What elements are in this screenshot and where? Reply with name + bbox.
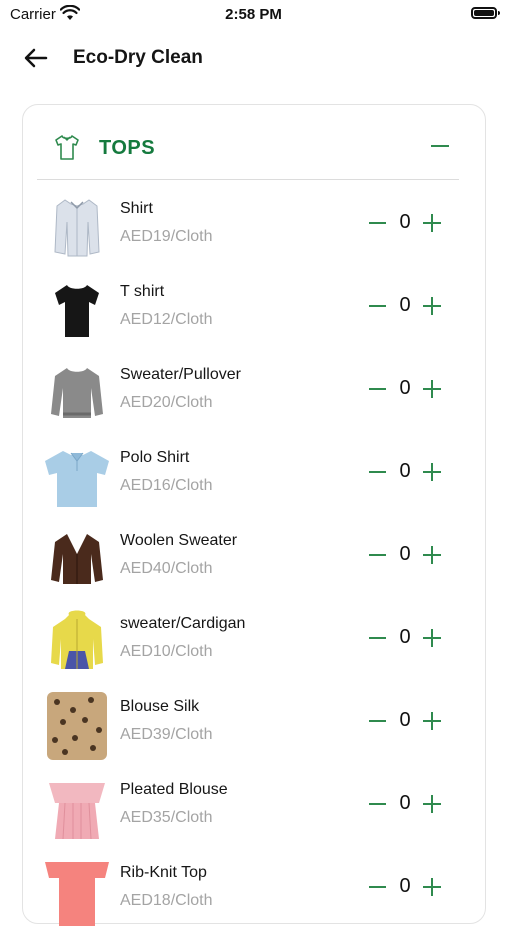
decrement-button[interactable] [369,803,386,805]
quantity-value: 0 [399,294,411,316]
quantity-value: 0 [399,792,411,814]
decrement-button[interactable] [369,305,386,307]
list-item: Blouse Silk AED39/Cloth 0 [23,684,487,764]
item-name: Woolen Sweater [120,532,238,549]
item-price: AED19/Cloth [120,228,213,245]
list-item: Rib-Knit Top AED18/Cloth 0 [23,850,487,930]
section-title: TOPS [99,137,156,159]
tshirt-image [43,275,111,345]
item-name: T shirt [120,283,165,300]
increment-button[interactable] [423,297,441,315]
rib-knit-top-image [43,856,111,926]
increment-button[interactable] [423,546,441,564]
quantity-stepper: 0 [369,291,443,321]
list-item: Pleated Blouse AED35/Cloth 0 [23,767,487,847]
item-price: AED18/Cloth [120,892,213,909]
decrement-button[interactable] [369,720,386,722]
pullover-image [43,358,111,428]
item-name: Polo Shirt [120,449,190,466]
quantity-value: 0 [399,460,411,482]
quantity-stepper: 0 [369,540,443,570]
increment-button[interactable] [423,463,441,481]
item-price: AED16/Cloth [120,477,213,494]
status-time: 2:58 PM [225,6,282,23]
quantity-value: 0 [399,211,411,233]
woolen-sweater-image [43,524,111,594]
blouse-silk-image [43,690,111,760]
list-item: Woolen Sweater AED40/Cloth 0 [23,518,487,598]
back-arrow-icon[interactable] [22,46,50,70]
polo-image [43,441,111,511]
cardigan-image [43,607,111,677]
category-card: TOPS Shirt AED19/Cloth 0 T shirt AED12/Cloth… [22,104,487,926]
increment-button[interactable] [423,214,441,232]
quantity-stepper: 0 [369,208,443,238]
item-name: Blouse Silk [120,698,200,715]
quantity-stepper: 0 [369,457,443,487]
item-price: AED12/Cloth [120,311,213,328]
item-name: Pleated Blouse [120,781,228,798]
item-price: AED20/Cloth [120,394,213,411]
header: Eco-Dry Clean [0,38,507,78]
decrement-button[interactable] [369,222,386,224]
increment-button[interactable] [423,629,441,647]
list-item: T shirt AED12/Cloth 0 [23,269,487,349]
section-header[interactable]: TOPS [37,105,459,180]
quantity-value: 0 [399,875,411,897]
quantity-stepper: 0 [369,789,443,819]
list-item: Polo Shirt AED16/Cloth 0 [23,435,487,515]
quantity-value: 0 [399,377,411,399]
battery-icon [471,7,500,19]
increment-button[interactable] [423,795,441,813]
pleated-blouse-image [43,773,111,843]
decrement-button[interactable] [369,471,386,473]
item-name: sweater/Cardigan [120,615,246,632]
item-price: AED40/Cloth [120,560,213,577]
list-item: sweater/Cardigan AED10/Cloth 0 [23,601,487,681]
item-price: AED39/Cloth [120,726,213,743]
item-price: AED10/Cloth [120,643,213,660]
shirt-icon [55,135,79,160]
decrement-button[interactable] [369,637,386,639]
status-bar: Carrier 2:58 PM [0,0,507,30]
quantity-stepper: 0 [369,374,443,404]
quantity-stepper: 0 [369,706,443,736]
item-name: Rib-Knit Top [120,864,207,881]
quantity-stepper: 0 [369,623,443,653]
quantity-value: 0 [399,543,411,565]
collapse-minus-icon[interactable] [431,145,449,147]
quantity-value: 0 [399,626,411,648]
item-name: Shirt [120,200,153,217]
page-title: Eco-Dry Clean [73,47,203,68]
list-item: Shirt AED19/Cloth 0 [23,186,487,266]
increment-button[interactable] [423,878,441,896]
quantity-stepper: 0 [369,872,443,902]
increment-button[interactable] [423,712,441,730]
quantity-value: 0 [399,709,411,731]
item-price: AED35/Cloth [120,809,213,826]
list-item: Sweater/Pullover AED20/Cloth 0 [23,352,487,432]
shirt-image [43,192,111,262]
decrement-button[interactable] [369,886,386,888]
decrement-button[interactable] [369,554,386,556]
decrement-button[interactable] [369,388,386,390]
item-name: Sweater/Pullover [120,366,241,383]
increment-button[interactable] [423,380,441,398]
